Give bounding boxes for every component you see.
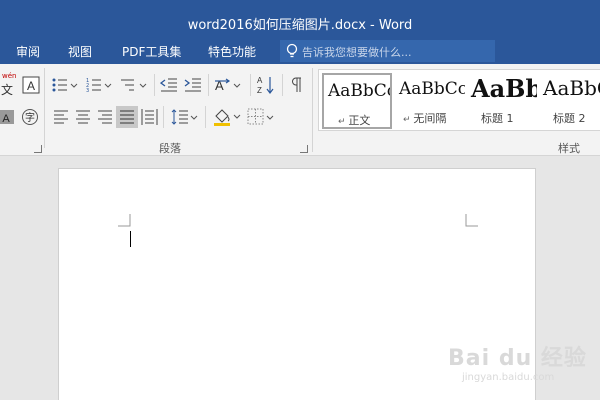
decrease-indent-icon[interactable] — [160, 77, 178, 93]
multilevel-list-icon[interactable] — [120, 77, 148, 93]
crop-mark-top-left-icon — [118, 214, 131, 227]
justify-icon — [120, 110, 134, 124]
toolbar-separator — [163, 106, 164, 128]
font-dialog-launcher-icon[interactable] — [34, 145, 42, 153]
svg-text:A: A — [257, 76, 263, 85]
style-sample: AaBbC — [543, 76, 600, 100]
style-name: 标题 1 — [481, 112, 514, 125]
lightbulb-icon — [286, 43, 298, 58]
title-bar: word2016如何压缩图片.docx - Word — [0, 0, 600, 38]
align-left-icon[interactable] — [53, 110, 69, 124]
window-title: word2016如何压缩图片.docx - Word — [187, 18, 413, 33]
paragraph-mark-icon: ↵ — [338, 117, 349, 127]
style-heading-1[interactable]: AaBb 标题 1 — [467, 73, 537, 129]
numbering-icon[interactable]: 1 2 3 — [86, 77, 112, 93]
svg-text:3: 3 — [86, 88, 89, 93]
toolbar-separator — [282, 74, 283, 96]
style-sample: AaBbCcI — [399, 79, 465, 99]
shading-icon[interactable] — [212, 107, 242, 127]
tab-review[interactable]: 审阅 — [16, 43, 40, 60]
group-separator — [312, 68, 313, 152]
group-separator — [44, 68, 45, 148]
character-shading-icon[interactable]: A — [0, 109, 14, 125]
crop-mark-top-right-icon — [465, 214, 478, 227]
paragraph-group-label: 段落 — [159, 142, 181, 155]
ribbon-tabs: 审阅 视图 PDF工具集 特色功能 告诉我您想要做什么... — [0, 38, 600, 64]
phonetic-guide-button[interactable]: wén 文 — [0, 72, 18, 97]
styles-group-label: 样式 — [558, 142, 580, 155]
bullets-icon[interactable] — [52, 77, 78, 93]
svg-text:A: A — [27, 79, 35, 93]
increase-indent-icon[interactable] — [184, 77, 202, 93]
enclose-characters-icon[interactable]: 字 — [21, 108, 39, 126]
line-spacing-icon[interactable] — [170, 108, 198, 126]
style-name: 标题 2 — [553, 112, 586, 125]
style-normal[interactable]: AaBbCcI ↵ 正文 — [322, 73, 392, 129]
style-sample: AaBb — [471, 74, 537, 103]
style-name: ↵ 正文 — [338, 114, 371, 127]
style-name: ↵ 无间隔 — [403, 112, 447, 125]
tell-me-box[interactable]: 告诉我您想要做什么... — [280, 40, 495, 62]
watermark-brand: Bai du 经验 — [448, 346, 587, 371]
align-center-icon[interactable] — [75, 110, 91, 124]
svg-text:A: A — [215, 78, 224, 93]
watermark-url: jingyan.baidu.com — [462, 372, 555, 383]
align-right-icon[interactable] — [97, 110, 113, 124]
style-heading-2[interactable]: AaBbC 标题 2 — [539, 73, 600, 129]
toolbar-separator — [205, 106, 206, 128]
sort-icon[interactable]: A Z — [257, 75, 275, 95]
phonetic-guide-pinyin: wén — [2, 72, 17, 80]
styles-gallery: AaBbCcI ↵ 正文 AaBbCcI ↵ 无间隔 AaBb 标题 1 AaB… — [318, 69, 600, 131]
toolbar-separator — [208, 74, 209, 96]
svg-text:Z: Z — [257, 86, 262, 95]
style-sample: AaBbCcI — [328, 81, 390, 101]
style-no-spacing[interactable]: AaBbCcI ↵ 无间隔 — [395, 73, 465, 129]
tell-me-placeholder: 告诉我您想要做什么... — [302, 46, 412, 59]
ribbon: wén 文 A A 字 1 2 3 A A Z 段落 AaBbC ↵ 正文 Aa… — [0, 64, 600, 156]
tab-view[interactable]: 视图 — [68, 43, 92, 60]
paragraph-dialog-launcher-icon[interactable] — [300, 145, 308, 153]
borders-icon[interactable] — [247, 108, 275, 126]
paragraph-mark-icon: ↵ — [403, 115, 414, 125]
toolbar-separator — [154, 74, 155, 96]
svg-text:字: 字 — [25, 111, 35, 124]
distributed-align-icon[interactable] — [141, 108, 158, 126]
svg-text:A: A — [2, 113, 10, 125]
tab-special-features[interactable]: 特色功能 — [208, 43, 256, 60]
justify-button[interactable] — [116, 106, 138, 128]
baidu-jingyan-watermark: Bai du 经验 jingyan.baidu.com — [448, 330, 598, 396]
show-formatting-marks-icon[interactable] — [290, 77, 304, 93]
tab-pdf-tools[interactable]: PDF工具集 — [122, 43, 181, 60]
phonetic-guide-char: 文 — [1, 83, 14, 97]
chinese-layout-icon[interactable]: A — [214, 76, 242, 94]
text-cursor — [130, 231, 131, 247]
toolbar-separator — [250, 74, 251, 96]
character-border-icon[interactable]: A — [22, 76, 40, 94]
